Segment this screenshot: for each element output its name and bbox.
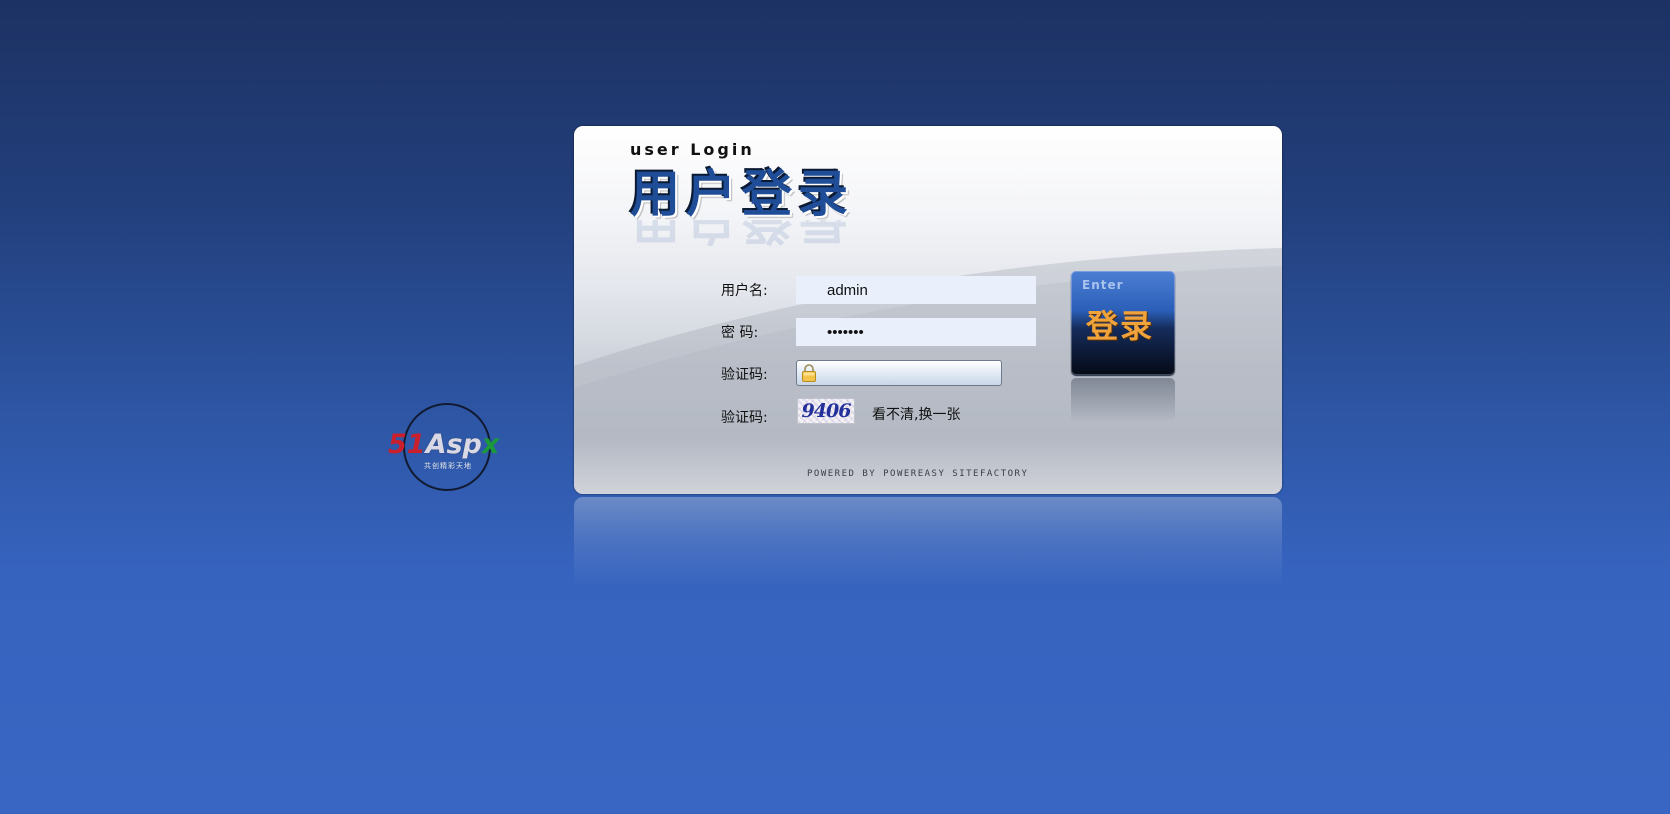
captcha-input-wrap bbox=[796, 360, 1002, 386]
brand-tagline: 共创精彩天地 bbox=[424, 462, 472, 470]
brand-logo: 51Aspx 共创精彩天地 bbox=[388, 403, 508, 493]
login-subtitle: user Login bbox=[630, 140, 755, 159]
username-input[interactable] bbox=[796, 276, 1036, 304]
enter-button-label-en: Enter bbox=[1082, 278, 1124, 292]
enter-button-reflection bbox=[1071, 378, 1175, 422]
brand-x: x bbox=[481, 429, 500, 460]
brand-number: 51 bbox=[388, 429, 426, 460]
lock-icon bbox=[802, 364, 816, 382]
brand-wordmark: 51Aspx bbox=[388, 430, 512, 460]
login-title: 用户登录 bbox=[630, 165, 854, 223]
captcha-input[interactable] bbox=[796, 360, 1002, 386]
captcha-image-label: 验证码: bbox=[721, 410, 768, 426]
brand-name: Asp bbox=[425, 429, 482, 460]
captcha-refresh-link[interactable]: 看不清,换一张 bbox=[872, 404, 960, 424]
username-label: 用户名: bbox=[721, 283, 768, 299]
login-panel: user Login 用户登录 用户登录 用户名: 密 码: 验证码: 验证码:… bbox=[574, 126, 1282, 494]
enter-button[interactable]: Enter 登录 bbox=[1071, 271, 1175, 375]
captcha-image-wrap: 9406 看不清,换一张 bbox=[797, 398, 977, 428]
login-title-reflection-text: 用户登录 bbox=[630, 220, 854, 248]
password-label: 密 码: bbox=[721, 325, 759, 341]
login-title-reflection: 用户登录 bbox=[630, 220, 854, 248]
password-input[interactable] bbox=[796, 318, 1036, 346]
captcha-image[interactable]: 9406 bbox=[797, 398, 855, 424]
powered-by-footer: POWERED BY POWEREASY SITEFACTORY bbox=[807, 469, 1029, 479]
enter-button-label-cn: 登录 bbox=[1086, 307, 1155, 345]
captcha-label: 验证码: bbox=[721, 367, 768, 383]
login-panel-reflection bbox=[574, 497, 1282, 587]
